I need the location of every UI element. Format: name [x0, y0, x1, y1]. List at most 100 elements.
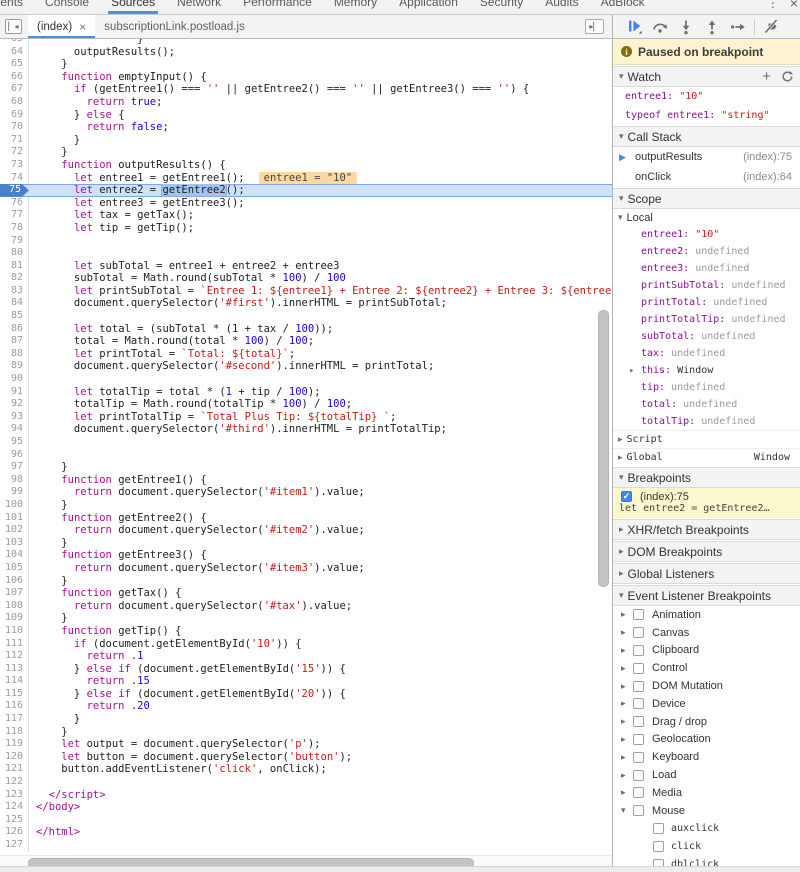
gutter-line-number[interactable]: 101: [0, 512, 29, 525]
step-out-button[interactable]: [699, 17, 725, 37]
chevron-down-icon[interactable]: ▾: [621, 805, 629, 816]
elb-event-auxclick[interactable]: auxclick: [613, 820, 800, 838]
gutter-line-number[interactable]: 104: [0, 549, 29, 562]
editor-vertical-scrollbar[interactable]: [598, 310, 609, 587]
category-checkbox[interactable]: [633, 663, 644, 674]
chevron-right-icon[interactable]: ▸: [621, 663, 629, 674]
gutter-line-number[interactable]: 114: [0, 675, 29, 688]
resume-script-button[interactable]: [621, 17, 647, 37]
gutter-line-number[interactable]: 79: [0, 235, 29, 248]
event-checkbox[interactable]: [653, 823, 664, 834]
watch-expression[interactable]: entree1: "10": [613, 87, 800, 106]
event-checkbox[interactable]: [653, 841, 664, 852]
deactivate-breakpoints-button[interactable]: [758, 17, 784, 37]
gutter-line-number[interactable]: 127: [0, 839, 29, 852]
gutter-line-number[interactable]: 110: [0, 625, 29, 638]
global-listeners-section-header[interactable]: ▸ Global Listeners: [613, 563, 800, 584]
scope-local-row[interactable]: ▾ Local: [613, 209, 800, 226]
gutter-line-number[interactable]: 113: [0, 663, 29, 676]
gutter-line-number[interactable]: 73: [0, 159, 29, 172]
breakpoint-checkbox[interactable]: ✓: [621, 491, 632, 502]
elb-category-mouse[interactable]: ▾Mouse: [613, 802, 800, 820]
gutter-line-number[interactable]: 70: [0, 121, 29, 134]
elb-category-canvas[interactable]: ▸Canvas: [613, 624, 800, 642]
tab-performance[interactable]: Performance: [232, 0, 323, 14]
add-watch-button[interactable]: +: [762, 69, 771, 84]
category-checkbox[interactable]: [633, 734, 644, 745]
gutter-line-number[interactable]: 122: [0, 776, 29, 789]
gutter-line-number[interactable]: 95: [0, 436, 29, 449]
gutter-line-number[interactable]: 83: [0, 285, 29, 298]
tab-application[interactable]: Application: [388, 0, 469, 14]
elb-category-drag-drop[interactable]: ▸Drag / drop: [613, 713, 800, 731]
gutter-line-number[interactable]: 116: [0, 700, 29, 713]
category-checkbox[interactable]: [633, 770, 644, 781]
gutter-line-number[interactable]: 68: [0, 96, 29, 109]
gutter-line-number[interactable]: 74: [0, 172, 29, 185]
gutter-line-number[interactable]: 86: [0, 323, 29, 336]
gutter-line-number[interactable]: 111: [0, 638, 29, 651]
elb-category-device[interactable]: ▸Device: [613, 695, 800, 713]
elb-category-clipboard[interactable]: ▸Clipboard: [613, 642, 800, 660]
tab-elements[interactable]: Elements: [0, 0, 34, 14]
chevron-right-icon[interactable]: ▸: [621, 770, 629, 781]
gutter-line-number[interactable]: 90: [0, 373, 29, 386]
gutter-line-number[interactable]: 76: [0, 197, 29, 210]
gutter-line-number[interactable]: 119: [0, 738, 29, 751]
event-listener-breakpoints-section-header[interactable]: ▾ Event Listener Breakpoints: [613, 585, 800, 606]
gutter-line-number[interactable]: 85: [0, 310, 29, 323]
file-tab-subscriptionlink[interactable]: subscriptionLink.postload.js: [95, 15, 254, 38]
tab-security[interactable]: Security: [469, 0, 534, 14]
elb-category-keyboard[interactable]: ▸Keyboard: [613, 748, 800, 766]
gutter-line-number[interactable]: 81: [0, 260, 29, 273]
gutter-line-number[interactable]: 115: [0, 688, 29, 701]
scope-variable[interactable]: ▸this: Window: [613, 362, 800, 379]
gutter-line-number[interactable]: 97: [0, 461, 29, 474]
gutter-line-number[interactable]: 109: [0, 612, 29, 625]
gutter-line-number[interactable]: 82: [0, 272, 29, 285]
category-checkbox[interactable]: [633, 698, 644, 709]
category-checkbox[interactable]: [633, 609, 644, 620]
gutter-line-number[interactable]: 123: [0, 789, 29, 802]
elb-category-media[interactable]: ▸Media: [613, 784, 800, 802]
close-tab-icon[interactable]: ×: [79, 21, 86, 33]
tab-sources[interactable]: Sources: [100, 0, 166, 14]
gutter-line-number[interactable]: 98: [0, 474, 29, 487]
devtools-menu-icon[interactable]: ⋮: [758, 0, 788, 10]
tab-adblock[interactable]: AdBlock: [590, 0, 656, 14]
gutter-line-number[interactable]: 93: [0, 411, 29, 424]
gutter-line-number[interactable]: 96: [0, 449, 29, 462]
watch-expression[interactable]: typeof entree1: "string": [613, 106, 800, 125]
dom-breakpoints-section-header[interactable]: ▸ DOM Breakpoints: [613, 541, 800, 562]
gutter-line-number[interactable]: 120: [0, 751, 29, 764]
tab-network[interactable]: Network: [166, 0, 232, 14]
step-button[interactable]: [725, 17, 751, 37]
category-checkbox[interactable]: [633, 716, 644, 727]
gutter-line-number[interactable]: 64: [0, 46, 29, 59]
gutter-line-number[interactable]: 108: [0, 600, 29, 613]
tab-memory[interactable]: Memory: [323, 0, 388, 14]
gutter-line-number[interactable]: 84: [0, 297, 29, 310]
devtools-close-icon[interactable]: ×: [788, 0, 800, 11]
scope-script-row[interactable]: ▸ Script: [613, 430, 800, 448]
category-checkbox[interactable]: [633, 752, 644, 763]
gutter-line-number[interactable]: 125: [0, 814, 29, 827]
gutter-line-number[interactable]: 67: [0, 83, 29, 96]
gutter-line-number[interactable]: 63: [0, 39, 29, 46]
chevron-right-icon[interactable]: ▸: [621, 681, 629, 692]
navigator-toggle-icon[interactable]: ▏◂: [5, 19, 22, 34]
chevron-right-icon[interactable]: ▸: [621, 716, 629, 727]
gutter-line-number[interactable]: 65: [0, 58, 29, 71]
gutter-line-number[interactable]: 92: [0, 398, 29, 411]
gutter-line-number[interactable]: 94: [0, 423, 29, 436]
gutter-line-number[interactable]: 87: [0, 335, 29, 348]
elb-category-load[interactable]: ▸Load: [613, 766, 800, 784]
breakpoints-section-header[interactable]: ▾ Breakpoints: [613, 467, 800, 488]
scope-global-row[interactable]: ▸ Global Window: [613, 448, 800, 466]
gutter-line-number[interactable]: 117: [0, 713, 29, 726]
category-checkbox[interactable]: [633, 681, 644, 692]
chevron-right-icon[interactable]: ▸: [621, 752, 629, 763]
chevron-right-icon[interactable]: ▸: [621, 645, 629, 656]
gutter-line-number[interactable]: 100: [0, 499, 29, 512]
elb-event-click[interactable]: click: [613, 837, 800, 855]
